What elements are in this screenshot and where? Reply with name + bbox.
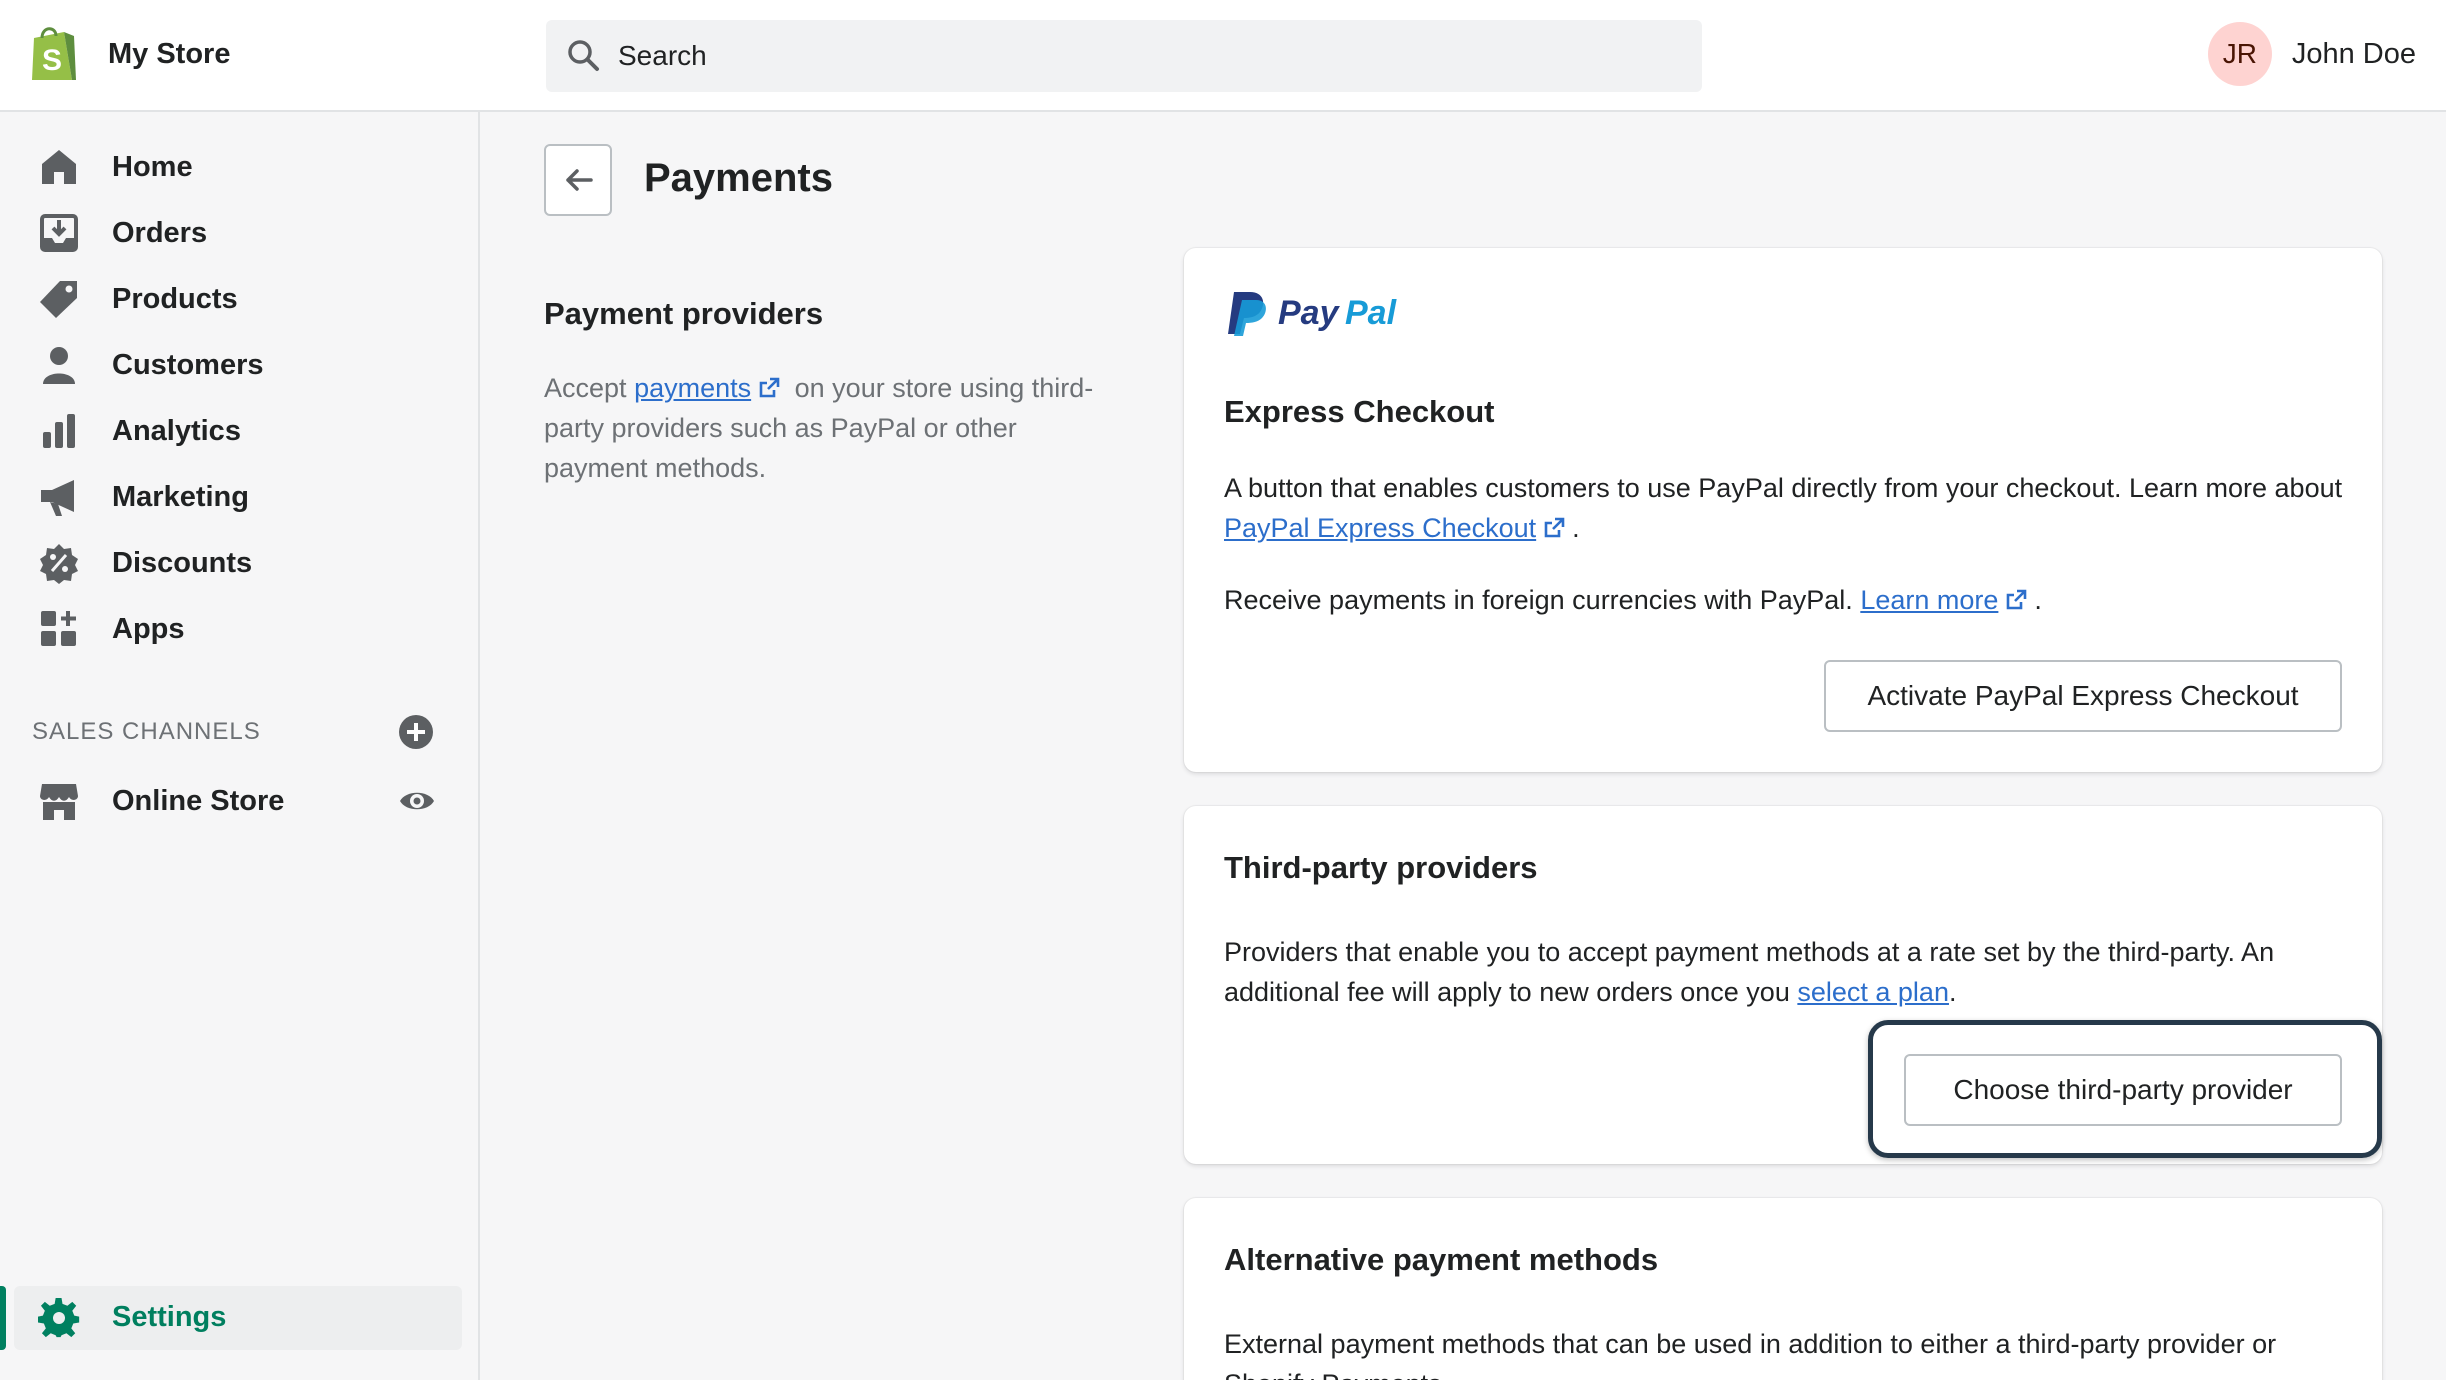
sidebar-item-apps[interactable]: Apps [0, 596, 480, 662]
sidebar-item-label: Online Store [112, 784, 285, 817]
sidebar-item-settings[interactable]: Settings [14, 1286, 462, 1350]
sales-channels-header: SALES CHANNELS [32, 718, 261, 745]
arrow-left-icon [566, 169, 593, 191]
currency-text-prefix: Receive payments in foreign currencies w… [1224, 585, 1853, 615]
currency-text-suffix: . [2034, 585, 2042, 615]
alternative-methods-title: Alternative payment methods [1224, 1242, 1659, 1277]
sidebar-item-label: Apps [112, 612, 185, 645]
sidebar-item-label: Products [112, 282, 238, 315]
eye-icon[interactable] [398, 782, 436, 820]
sidebar-item-home[interactable]: Home [0, 134, 480, 200]
sidebar: Home Orders Products Customers Analytics [0, 112, 480, 1380]
sidebar-item-label: Marketing [112, 480, 249, 513]
sidebar-item-customers[interactable]: Customers [0, 332, 480, 398]
external-link-icon [2007, 589, 2027, 610]
paypal-card: Pay Pal Express Checkout A button that e… [1184, 248, 2382, 772]
third-party-title: Third-party providers [1224, 850, 1538, 885]
svg-text:S: S [42, 44, 62, 77]
tag-icon [40, 281, 77, 318]
section-title: Payment providers [544, 296, 824, 331]
home-icon [42, 150, 76, 184]
store-brand[interactable]: S My Store [28, 24, 230, 84]
page-title: Payments [644, 156, 833, 200]
sidebar-item-products[interactable]: Products [0, 266, 480, 332]
section-description: Accept payments on your store using thir… [544, 368, 1104, 488]
paypal-logo-text-pay: Pay [1278, 294, 1341, 332]
sidebar-item-orders[interactable]: Orders [0, 200, 480, 266]
apps-icon [41, 611, 76, 646]
paypal-express-checkout-link[interactable]: PayPal Express Checkout [1224, 513, 1536, 543]
add-channel-icon[interactable] [398, 714, 434, 750]
third-party-description: Providers that enable you to accept paym… [1224, 932, 2354, 1012]
focus-highlight [1868, 1020, 2382, 1158]
back-button[interactable] [544, 144, 612, 216]
express-text-prefix: A button that enables customers to use P… [1224, 473, 2343, 503]
sidebar-item-label: Home [112, 150, 193, 183]
paypal-logo-text-pal: Pal [1345, 294, 1398, 332]
search-placeholder: Search [618, 40, 707, 71]
user-name: John Doe [2291, 37, 2416, 70]
express-checkout-title: Express Checkout [1224, 394, 1495, 429]
top-bar: S My Store Search JR John Doe [0, 0, 2446, 112]
section-desc-suffix: on your store using third-party provider… [544, 373, 1094, 483]
select-plan-link[interactable]: select a plan [1797, 977, 1949, 1007]
sidebar-item-label: Analytics [112, 414, 241, 447]
search-icon [568, 40, 599, 71]
person-icon [43, 347, 75, 384]
settings-active-indicator [0, 1286, 6, 1350]
third-party-text-prefix: Providers that enable you to accept paym… [1224, 937, 2275, 1007]
foreign-currency-description: Receive payments in foreign currencies w… [1224, 580, 2354, 620]
section-desc-prefix: Accept [544, 373, 627, 403]
sidebar-item-marketing[interactable]: Marketing [0, 464, 480, 530]
gear-icon [38, 1297, 80, 1338]
shopify-bag-icon: S [32, 27, 76, 80]
express-text-suffix: . [1572, 513, 1580, 543]
sidebar-item-label: Orders [112, 216, 208, 249]
user-menu[interactable]: JR John Doe [2207, 22, 2416, 86]
express-checkout-description: A button that enables customers to use P… [1224, 468, 2354, 548]
store-icon [40, 784, 78, 820]
activate-paypal-button[interactable]: Activate PayPal Express Checkout [1824, 660, 2342, 732]
search-input[interactable]: Search [546, 20, 1702, 92]
orders-icon [40, 214, 78, 252]
alternative-methods-description: External payment methods that can be use… [1224, 1329, 2277, 1380]
learn-more-link[interactable]: Learn more [1860, 585, 1998, 615]
paypal-logo: Pay Pal [1228, 292, 1398, 336]
store-name: My Store [108, 38, 231, 70]
third-party-text-suffix: . [1948, 977, 1957, 1007]
megaphone-icon [41, 480, 74, 516]
external-link-icon [1544, 517, 1565, 538]
payments-link[interactable]: payments [634, 373, 751, 403]
sidebar-item-label: Settings [112, 1301, 227, 1333]
external-link-icon [759, 377, 780, 398]
alternative-methods-card: Alternative payment methods External pay… [1184, 1198, 2382, 1380]
avatar: JR [2207, 22, 2272, 86]
sidebar-item-analytics[interactable]: Analytics [0, 398, 480, 464]
discount-icon [40, 544, 78, 584]
bar-chart-icon [43, 414, 75, 448]
sidebar-item-discounts[interactable]: Discounts [0, 530, 480, 596]
sidebar-item-label: Discounts [112, 546, 253, 579]
sidebar-item-label: Customers [112, 348, 264, 381]
